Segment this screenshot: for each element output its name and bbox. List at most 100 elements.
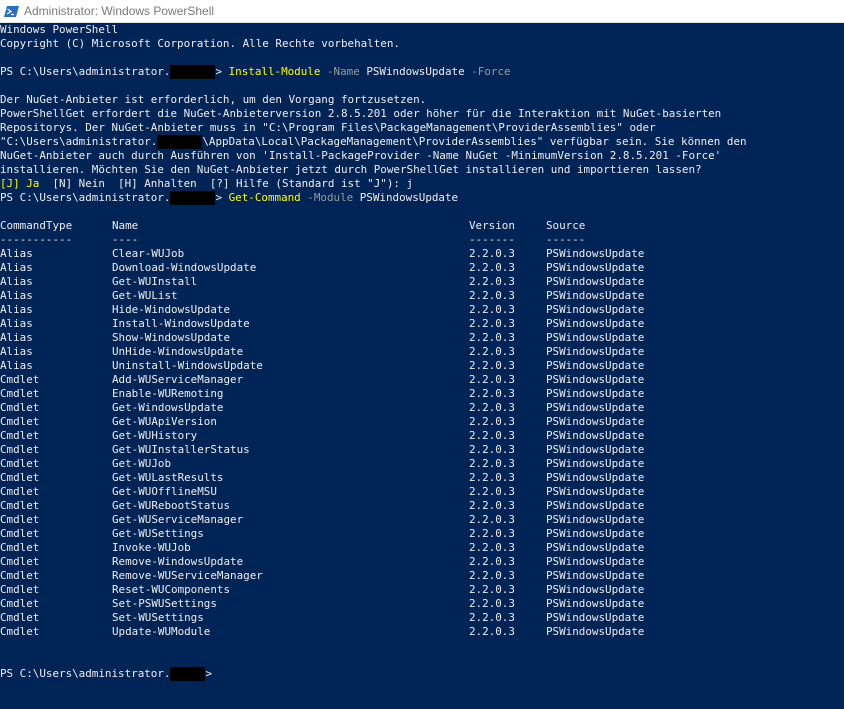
- cell-version: 2.2.0.3: [469, 359, 515, 372]
- cell-name: Invoke-WUJob: [112, 541, 191, 554]
- column-header-source: Source: [546, 219, 586, 232]
- table-row: Cmdlet Get-WUInstallerStatus 2.2.0.3 PSWind…: [0, 443, 844, 457]
- cell-name: Remove-WUServiceManager: [112, 569, 263, 582]
- cell-source: PSWindowsUpdate: [546, 625, 645, 638]
- cell-commandtype: Cmdlet: [0, 527, 40, 540]
- powershell-icon: [4, 6, 19, 17]
- cell-commandtype: Alias: [0, 331, 33, 344]
- cell-name: Get-WUInstall: [112, 275, 198, 288]
- prompt-line: PS C:\Users\administrator. > Get-Command …: [0, 191, 458, 205]
- cell-name: Reset-WUComponents: [112, 583, 231, 596]
- table-row: Alias Install-WindowsUpdate 2.2.0.3 PSWindo…: [0, 317, 844, 331]
- cell-name: Hide-WindowsUpdate: [112, 303, 231, 316]
- cell-name: Uninstall-WindowsUpdate: [112, 359, 263, 372]
- table-row: Cmdlet Invoke-WUJob 2.2.0.3 PSWindowsUpdate: [0, 541, 844, 555]
- cell-version: 2.2.0.3: [469, 611, 515, 624]
- separator-commandtype: -----------: [0, 233, 73, 246]
- parameter-name: -Module: [300, 191, 360, 204]
- cell-name: Get-WUHistory: [112, 429, 198, 442]
- table-row: Alias Clear-WUJob 2.2.0.3 PSWindowsUpdate: [0, 247, 844, 261]
- table-row: Cmdlet Get-WUServiceManager 2.2.0.3 PSWindo…: [0, 513, 844, 527]
- cell-name: Get-WULastResults: [112, 471, 224, 484]
- cell-name: Get-WUList: [112, 289, 178, 302]
- output-line: PowerShellGet erfordert die NuGet-Anbiet…: [0, 107, 722, 120]
- table-row: Alias Get-WUInstall 2.2.0.3 PSWindowsUpdate: [0, 275, 844, 289]
- cell-source: PSWindowsUpdate: [546, 583, 645, 596]
- column-header-commandtype: CommandType: [0, 219, 73, 232]
- cell-source: PSWindowsUpdate: [546, 331, 645, 344]
- window-titlebar[interactable]: Administrator: Windows PowerShell: [0, 0, 844, 23]
- cell-source: PSWindowsUpdate: [546, 499, 645, 512]
- table-separator: ----------- ---- ------- ------: [0, 233, 844, 247]
- cell-name: Get-WUInstallerStatus: [112, 443, 250, 456]
- cell-source: PSWindowsUpdate: [546, 387, 645, 400]
- table-row: Cmdlet Get-WUOfflineMSU 2.2.0.3 PSWindowsUp…: [0, 485, 844, 499]
- cell-source: PSWindowsUpdate: [546, 457, 645, 470]
- cell-source: PSWindowsUpdate: [546, 471, 645, 484]
- cell-commandtype: Cmdlet: [0, 429, 40, 442]
- cell-source: PSWindowsUpdate: [546, 261, 645, 274]
- output-line: Der NuGet-Anbieter ist erforderlich, um …: [0, 93, 427, 106]
- cell-version: 2.2.0.3: [469, 415, 515, 428]
- cell-name: Get-WUServiceManager: [112, 513, 244, 526]
- cell-name: Get-WUJob: [112, 457, 172, 470]
- cell-source: PSWindowsUpdate: [546, 611, 645, 624]
- cell-version: 2.2.0.3: [469, 387, 515, 400]
- cell-source: PSWindowsUpdate: [546, 359, 645, 372]
- cell-name: Get-WUApiVersion: [112, 415, 217, 428]
- table-row: Cmdlet Reset-WUComponents 2.2.0.3 PSWindows…: [0, 583, 844, 597]
- cell-commandtype: Alias: [0, 289, 33, 302]
- cell-source: PSWindowsUpdate: [546, 247, 645, 260]
- cell-name: Set-PSWUSettings: [112, 597, 217, 610]
- table-row: Alias Show-WindowsUpdate 2.2.0.3 PSWindowsU…: [0, 331, 844, 345]
- cell-version: 2.2.0.3: [469, 583, 515, 596]
- cell-version: 2.2.0.3: [469, 345, 515, 358]
- cell-version: 2.2.0.3: [469, 373, 515, 386]
- table-row: Cmdlet Get-WULastResults 2.2.0.3 PSWindowsU…: [0, 471, 844, 485]
- prompt-prefix: PS C:\Users\administrator.: [0, 65, 171, 78]
- cell-source: PSWindowsUpdate: [546, 541, 645, 554]
- parameter-name: -Name: [320, 65, 367, 78]
- cell-version: 2.2.0.3: [469, 401, 515, 414]
- column-header-name: Name: [112, 219, 139, 232]
- banner-line: Copyright (C) Microsoft Corporation. All…: [0, 37, 400, 50]
- redacted-username: [170, 65, 216, 79]
- prompt-line[interactable]: PS C:\Users\administrator. >: [0, 667, 212, 681]
- cell-version: 2.2.0.3: [469, 317, 515, 330]
- cell-version: 2.2.0.3: [469, 499, 515, 512]
- cell-source: PSWindowsUpdate: [546, 569, 645, 582]
- cell-name: UnHide-WindowsUpdate: [112, 345, 244, 358]
- cell-source: PSWindowsUpdate: [546, 513, 645, 526]
- cell-source: PSWindowsUpdate: [546, 485, 645, 498]
- table-row: Cmdlet Get-WURebootStatus 2.2.0.3 PSWindows…: [0, 499, 844, 513]
- cell-version: 2.2.0.3: [469, 625, 515, 638]
- cell-name: Show-WindowsUpdate: [112, 331, 231, 344]
- cell-name: Add-WUServiceManager: [112, 373, 244, 386]
- cell-source: PSWindowsUpdate: [546, 303, 645, 316]
- cell-version: 2.2.0.3: [469, 555, 515, 568]
- separator-version: -------: [469, 233, 515, 246]
- separator-source: ------: [546, 233, 586, 246]
- cell-version: 2.2.0.3: [469, 289, 515, 302]
- command-name: Get-Command: [228, 191, 301, 204]
- cell-commandtype: Cmdlet: [0, 555, 40, 568]
- cell-source: PSWindowsUpdate: [546, 373, 645, 386]
- cell-commandtype: Alias: [0, 247, 33, 260]
- cell-source: PSWindowsUpdate: [546, 345, 645, 358]
- cell-source: PSWindowsUpdate: [546, 443, 645, 456]
- cell-name: Clear-WUJob: [112, 247, 185, 260]
- cell-version: 2.2.0.3: [469, 261, 515, 274]
- cell-source: PSWindowsUpdate: [546, 415, 645, 428]
- cell-source: PSWindowsUpdate: [546, 401, 645, 414]
- output-line: Repositorys. Der NuGet-Anbieter muss in …: [0, 121, 656, 134]
- output-line: "C:\Users\administrator. \AppData\Local\P…: [0, 135, 747, 149]
- cell-commandtype: Alias: [0, 317, 33, 330]
- console-output[interactable]: Windows PowerShell Copyright (C) Microso…: [0, 23, 844, 709]
- table-row: Cmdlet Add-WUServiceManager 2.2.0.3 PSWindo…: [0, 373, 844, 387]
- cell-source: PSWindowsUpdate: [546, 597, 645, 610]
- table-row: Alias UnHide-WindowsUpdate 2.2.0.3 PSWindow…: [0, 345, 844, 359]
- prompt-line: PS C:\Users\administrator. > Install-Modu…: [0, 65, 511, 79]
- cell-commandtype: Alias: [0, 261, 33, 274]
- cell-source: PSWindowsUpdate: [546, 527, 645, 540]
- cell-source: PSWindowsUpdate: [546, 555, 645, 568]
